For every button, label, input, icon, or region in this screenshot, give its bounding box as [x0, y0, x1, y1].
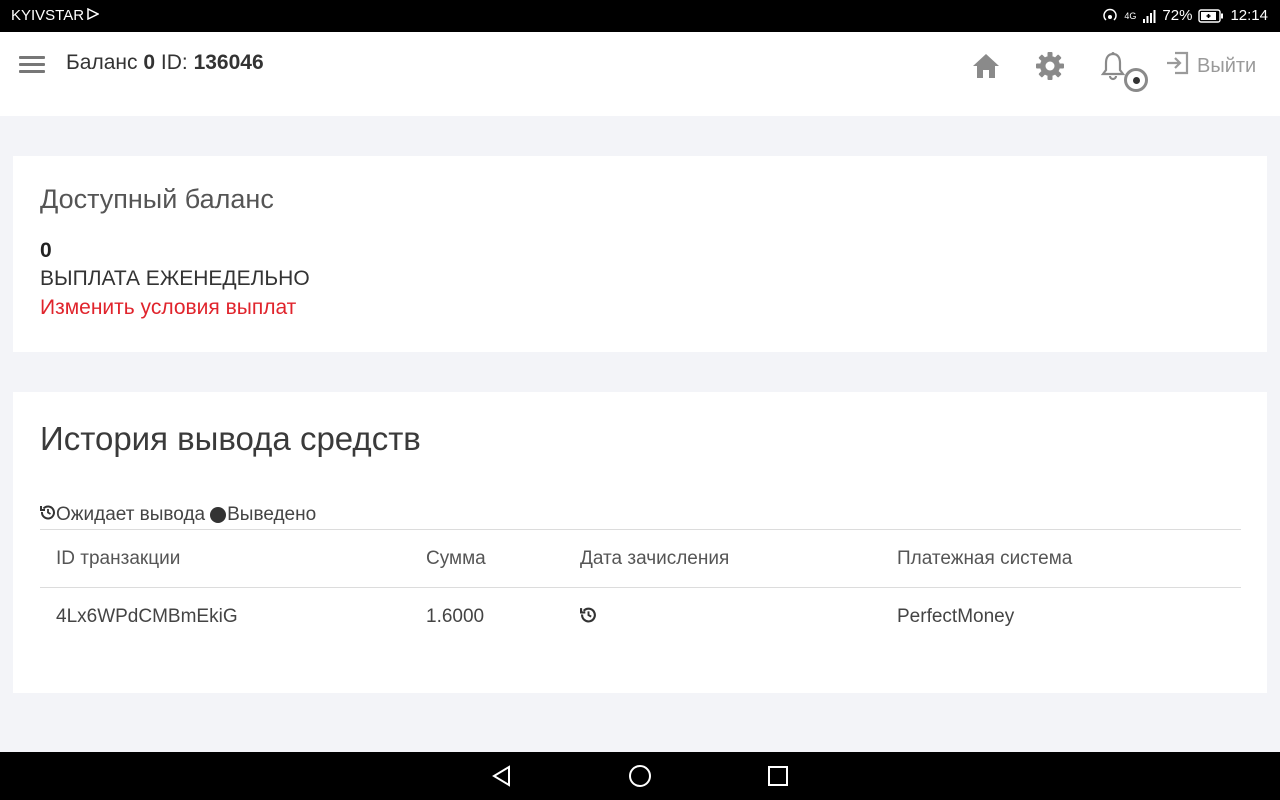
logout-label: Выйти	[1197, 54, 1257, 77]
logout-icon	[1165, 50, 1191, 82]
cell-payment-system: PerfectMoney	[897, 606, 1015, 627]
home-circle-icon[interactable]	[628, 764, 652, 788]
withdrawal-history-card: История вывода средств Ожидает вывода Вы…	[13, 392, 1267, 693]
back-icon[interactable]	[490, 764, 514, 788]
hotspot-icon	[1102, 8, 1118, 24]
balance-label: Баланс	[66, 51, 138, 74]
carrier-name: KYIVSTAR	[11, 7, 85, 24]
change-payout-terms-link[interactable]: Изменить условия выплат	[40, 296, 296, 320]
balance-value: 0	[143, 51, 156, 74]
column-header-date: Дата зачисления	[580, 548, 730, 569]
notification-badge[interactable]	[1124, 68, 1148, 92]
battery-percent: 72%	[1162, 7, 1193, 24]
menu-icon[interactable]	[19, 54, 45, 74]
battery-icon	[1198, 8, 1224, 23]
legend-done: Выведено	[227, 504, 317, 525]
table-divider	[40, 529, 1241, 530]
cell-transaction-id: 4Lx6WPdCMBmEkiG	[56, 606, 238, 627]
id-label: ID:	[160, 51, 188, 74]
status-bar: KYIVSTAR 4G 72% 12:14	[0, 0, 1280, 32]
history-title: История вывода средств	[40, 420, 421, 457]
column-header-system: Платежная система	[897, 548, 1073, 569]
network-type: 4G	[1124, 10, 1137, 21]
system-nav-bar	[0, 752, 1280, 800]
header-balance: Баланс 0 ID: 136046	[66, 51, 264, 75]
clock: 12:14	[1230, 7, 1268, 24]
recent-apps-icon[interactable]	[766, 764, 790, 788]
header-spacer	[0, 104, 1280, 116]
payout-frequency: ВЫПЛАТА ЕЖЕНЕДЕЛЬНО	[40, 267, 310, 290]
column-header-amount: Сумма	[426, 548, 486, 569]
pending-history-icon	[580, 606, 597, 629]
history-icon	[40, 504, 56, 526]
play-store-icon	[87, 7, 100, 24]
withdrawn-dot-icon	[210, 507, 227, 523]
id-value: 136046	[193, 51, 264, 74]
legend-pending: Ожидает вывода	[56, 504, 206, 525]
balance-card: Доступный баланс 0 ВЫПЛАТА ЕЖЕНЕДЕЛЬНО И…	[13, 156, 1267, 352]
logout-button[interactable]: Выйти	[1165, 50, 1256, 82]
available-balance-amount: 0	[40, 239, 52, 262]
signal-icon	[1142, 9, 1156, 23]
home-icon[interactable]	[970, 50, 1002, 82]
status-legend: Ожидает вывода Выведено	[40, 504, 316, 526]
gear-icon[interactable]	[1034, 50, 1066, 82]
cell-amount: 1.6000	[426, 606, 485, 627]
status-icons: 4G 72% 12:14	[1102, 7, 1268, 24]
balance-card-title: Доступный баланс	[40, 184, 274, 214]
column-header-id: ID транзакции	[56, 548, 181, 569]
app-header: Баланс 0 ID: 136046 Выйти	[0, 32, 1280, 104]
table-divider	[40, 587, 1241, 588]
carrier: KYIVSTAR	[11, 7, 100, 24]
